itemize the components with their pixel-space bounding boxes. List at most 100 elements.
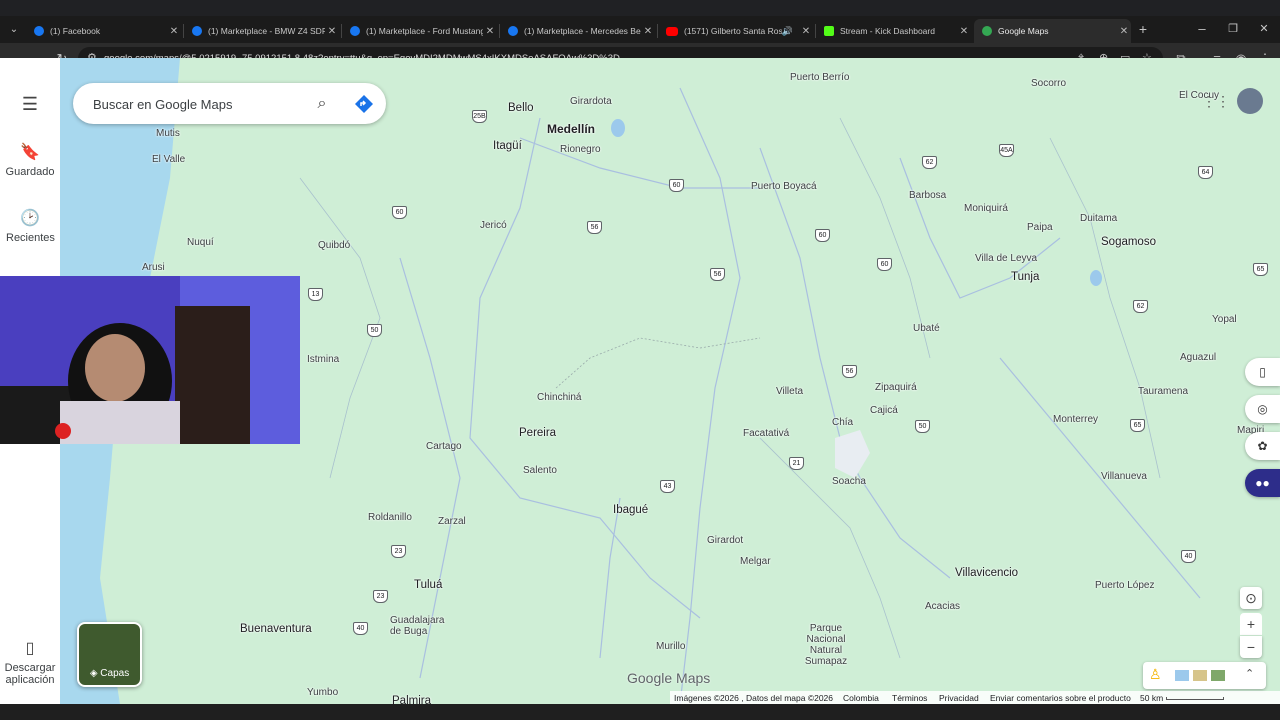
place-label[interactable]: Girardot bbox=[707, 535, 743, 546]
place-label[interactable]: Zipaquirá bbox=[875, 382, 917, 393]
place-label[interactable]: Acacias bbox=[925, 601, 960, 612]
place-label[interactable]: Puerto Berrío bbox=[790, 72, 849, 83]
side-panel-reader-icon[interactable]: ▯ bbox=[1245, 358, 1280, 386]
place-label[interactable]: Murillo bbox=[656, 641, 685, 652]
pegman-icon[interactable]: ♙ bbox=[1149, 666, 1162, 683]
terms-link[interactable]: Términos bbox=[892, 693, 927, 703]
place-label[interactable]: Villa de Leyva bbox=[975, 253, 1037, 264]
place-label[interactable]: Yopal bbox=[1212, 314, 1237, 325]
expand-up-icon[interactable]: ⌃ bbox=[1245, 667, 1254, 680]
tab-facebook[interactable]: (1) Facebook ✕ bbox=[26, 19, 181, 43]
avatar[interactable] bbox=[1237, 88, 1263, 114]
place-label[interactable]: Bello bbox=[508, 102, 534, 114]
side-panel-lens-icon[interactable]: ◎ bbox=[1245, 395, 1280, 423]
zoom-in-button[interactable]: + bbox=[1240, 613, 1262, 635]
sidebar-item-saved[interactable]: 🔖 Guardado bbox=[0, 142, 60, 178]
feedback-link[interactable]: Enviar comentarios sobre el producto bbox=[990, 693, 1131, 703]
place-label[interactable]: Tuluá bbox=[414, 579, 442, 591]
side-panel-assistant-icon[interactable]: ●● bbox=[1245, 469, 1280, 497]
place-label[interactable]: Cajicá bbox=[870, 405, 898, 416]
close-icon[interactable]: ✕ bbox=[167, 26, 181, 37]
place-label[interactable]: Tauramena bbox=[1138, 386, 1188, 397]
tab-marketplace-mercedes[interactable]: (1) Marketplace - Mercedes Be ✕ bbox=[500, 19, 655, 43]
close-icon[interactable]: ✕ bbox=[799, 26, 813, 37]
place-label[interactable]: Puerto López bbox=[1095, 580, 1155, 591]
scale-label[interactable]: 50 km bbox=[1140, 693, 1163, 703]
place-label[interactable]: Monterrey bbox=[1053, 414, 1098, 425]
place-label[interactable]: Socorro bbox=[1031, 78, 1066, 89]
place-label[interactable]: Facatativá bbox=[743, 428, 789, 439]
park-label[interactable]: Parque Nacional Natural Sumapaz bbox=[796, 623, 856, 667]
place-label[interactable]: Arusi bbox=[142, 262, 165, 273]
layers-button[interactable]: ◈ Capas bbox=[77, 622, 142, 687]
place-label[interactable]: Sogamoso bbox=[1101, 236, 1156, 248]
search-box[interactable]: ⌕ bbox=[73, 83, 386, 124]
close-icon[interactable]: ✕ bbox=[325, 26, 339, 37]
close-icon[interactable]: ✕ bbox=[1117, 26, 1131, 37]
place-label[interactable]: Pereira bbox=[519, 427, 556, 439]
place-label[interactable]: Istmina bbox=[307, 354, 339, 365]
new-tab-button[interactable]: + bbox=[1133, 19, 1153, 39]
street-view-thumb-icon[interactable] bbox=[1175, 670, 1189, 681]
place-label[interactable]: Villavicencio bbox=[955, 567, 1018, 579]
apps-grid-icon[interactable]: ⋮⋮ bbox=[1202, 93, 1230, 109]
close-icon[interactable]: ✕ bbox=[483, 26, 497, 37]
place-label[interactable]: Barbosa bbox=[909, 190, 946, 201]
window-close-button[interactable]: ✕ bbox=[1254, 19, 1274, 39]
place-label[interactable]: Zarzal bbox=[438, 516, 466, 527]
privacy-link[interactable]: Privacidad bbox=[939, 693, 979, 703]
place-label[interactable]: Palmira bbox=[392, 695, 431, 704]
sidebar-item-download-app[interactable]: ▯ Descargar aplicación bbox=[0, 638, 60, 686]
place-label[interactable]: Villanueva bbox=[1101, 471, 1147, 482]
my-location-button[interactable]: ⊙ bbox=[1240, 587, 1262, 609]
place-label[interactable]: Medellín bbox=[547, 122, 595, 136]
tab-search-icon[interactable]: ⌄ bbox=[4, 20, 24, 40]
place-label[interactable]: Roldanillo bbox=[368, 512, 412, 523]
place-label[interactable]: Cartago bbox=[426, 441, 462, 452]
place-label[interactable]: Jericó bbox=[480, 220, 507, 231]
speaker-icon[interactable]: 🔊 bbox=[782, 26, 793, 37]
close-icon[interactable]: ✕ bbox=[641, 26, 655, 37]
menu-icon[interactable]: ☰ bbox=[0, 94, 60, 115]
place-label[interactable]: Melgar bbox=[740, 556, 771, 567]
close-icon[interactable]: ✕ bbox=[957, 26, 971, 37]
tab-marketplace-bmw[interactable]: (1) Marketplace - BMW Z4 SDR ✕ bbox=[184, 19, 339, 43]
place-label[interactable]: Puerto Boyacá bbox=[751, 181, 817, 192]
place-label[interactable]: Ubaté bbox=[913, 323, 940, 334]
place-label[interactable]: Salento bbox=[523, 465, 557, 476]
tab-kick-dashboard[interactable]: Stream - Kick Dashboard ✕ bbox=[816, 19, 971, 43]
place-label[interactable]: Ibagué bbox=[613, 504, 648, 516]
satellite-thumb-icon[interactable] bbox=[1211, 670, 1225, 681]
place-label[interactable]: Duitama bbox=[1080, 213, 1117, 224]
tab-google-maps[interactable]: Google Maps ✕ bbox=[974, 19, 1131, 43]
place-label[interactable]: Tunja bbox=[1011, 271, 1039, 283]
side-panel-apps-icon[interactable]: ✿ bbox=[1245, 432, 1280, 460]
place-label[interactable]: Buenaventura bbox=[240, 623, 312, 635]
sidebar-item-recents[interactable]: 🕑 Recientes bbox=[0, 208, 60, 244]
place-label[interactable]: Guadalajara de Buga bbox=[390, 615, 450, 637]
place-label[interactable]: Aguazul bbox=[1180, 352, 1216, 363]
place-label[interactable]: Villeta bbox=[776, 386, 803, 397]
place-label[interactable]: Chía bbox=[832, 417, 853, 428]
terrain-thumb-icon[interactable] bbox=[1193, 670, 1207, 681]
place-label[interactable]: Rionegro bbox=[560, 144, 601, 155]
restore-button[interactable]: ❐ bbox=[1223, 19, 1243, 39]
place-label[interactable]: Itagüí bbox=[493, 140, 522, 152]
zoom-out-button[interactable]: − bbox=[1240, 636, 1262, 658]
place-label[interactable]: Yumbo bbox=[307, 687, 338, 698]
place-label[interactable]: Quibdó bbox=[318, 240, 350, 251]
tab-marketplace-ford[interactable]: (1) Marketplace - Ford Mustang ✕ bbox=[342, 19, 497, 43]
place-label[interactable]: Paipa bbox=[1027, 222, 1053, 233]
place-label[interactable]: El Valle bbox=[152, 154, 185, 165]
place-label[interactable]: Moniquirá bbox=[964, 203, 1008, 214]
tab-youtube[interactable]: (1571) Gilberto Santa Rosa 🔊 ✕ bbox=[658, 19, 813, 43]
search-icon[interactable]: ⌕ bbox=[311, 93, 333, 115]
place-label[interactable]: Nuquí bbox=[187, 237, 214, 248]
place-label[interactable]: Mutis bbox=[156, 128, 180, 139]
minimize-button[interactable]: – bbox=[1192, 19, 1212, 39]
place-label[interactable]: Girardota bbox=[570, 96, 612, 107]
search-input[interactable] bbox=[93, 94, 303, 114]
place-label[interactable]: Chinchiná bbox=[537, 392, 581, 403]
place-label[interactable]: Soacha bbox=[832, 476, 866, 487]
country-link[interactable]: Colombia bbox=[843, 693, 879, 703]
